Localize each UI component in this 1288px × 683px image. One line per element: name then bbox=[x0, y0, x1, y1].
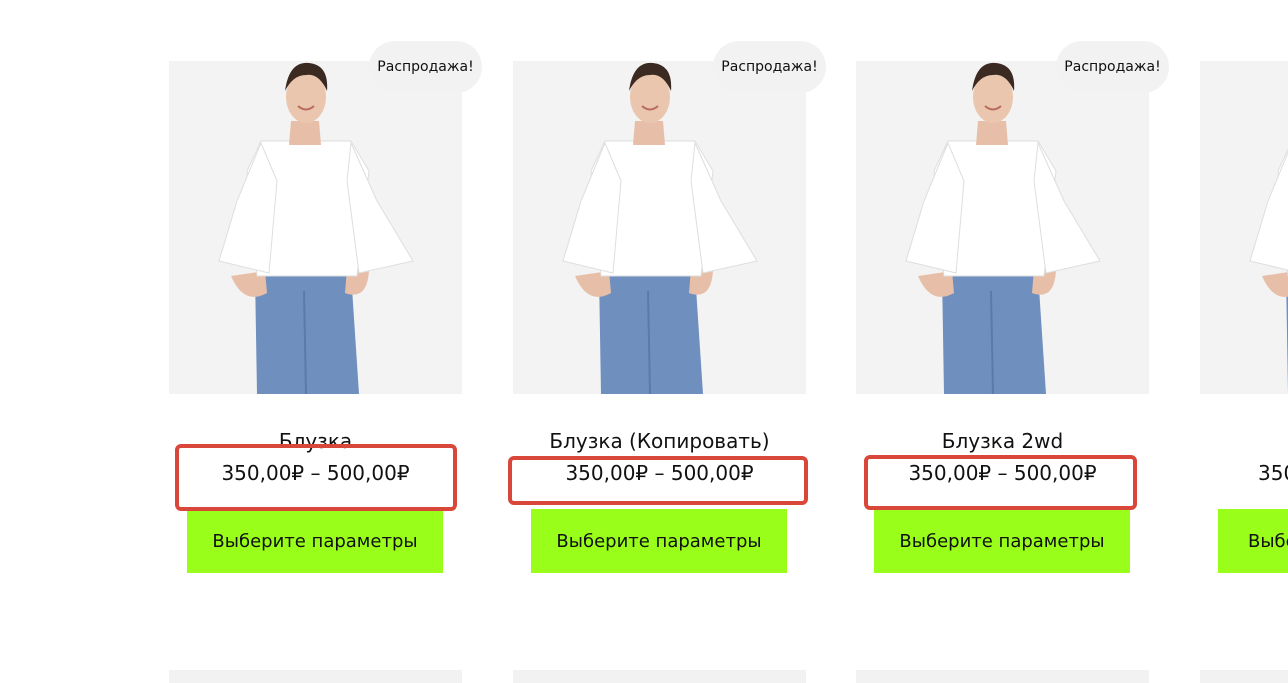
product-image[interactable] bbox=[856, 61, 1149, 394]
product-card: Распродажа! Блузка 2wd 350,00₽ – 500,00₽… bbox=[856, 0, 1169, 683]
next-row-product-image[interactable] bbox=[513, 670, 806, 683]
price-highlight-box bbox=[864, 455, 1137, 510]
select-options-button[interactable]: Выберите параметры bbox=[1218, 509, 1288, 573]
next-row-product-image[interactable] bbox=[856, 670, 1149, 683]
select-options-button[interactable]: Выберите параметры bbox=[531, 509, 787, 573]
select-options-button[interactable]: Выберите параметры bbox=[187, 509, 443, 573]
select-options-button[interactable]: Выберите параметры bbox=[874, 509, 1130, 573]
product-photo-icon bbox=[513, 61, 806, 394]
next-row-product-image[interactable] bbox=[169, 670, 462, 683]
product-image[interactable] bbox=[169, 61, 462, 394]
product-card: Распродажа! Блузка 350,00₽ – 500,00₽ Выб… bbox=[169, 0, 482, 683]
product-photo-icon bbox=[169, 61, 462, 394]
next-row-product-image[interactable] bbox=[1200, 670, 1288, 683]
product-price: 350,00₽ – 500,00₽ bbox=[1258, 461, 1288, 485]
price-highlight-box bbox=[175, 444, 457, 511]
product-card: Распродажа! Блузка (Копировать) 350,00₽ … bbox=[513, 0, 826, 683]
product-card: 350,00₽ – 500,00₽ Выберите параметры bbox=[1200, 0, 1288, 683]
product-title[interactable]: Блузка (Копировать) bbox=[513, 428, 806, 454]
product-photo-icon bbox=[856, 61, 1149, 394]
sale-badge: Распродажа! bbox=[1056, 41, 1169, 93]
sale-badge: Распродажа! bbox=[713, 41, 826, 93]
product-image[interactable] bbox=[513, 61, 806, 394]
price-highlight-box bbox=[508, 456, 808, 505]
product-title[interactable]: Блузка 2wd bbox=[856, 428, 1149, 454]
sale-badge: Распродажа! bbox=[369, 41, 482, 93]
product-image[interactable] bbox=[1200, 61, 1288, 394]
product-photo-icon bbox=[1200, 61, 1288, 394]
